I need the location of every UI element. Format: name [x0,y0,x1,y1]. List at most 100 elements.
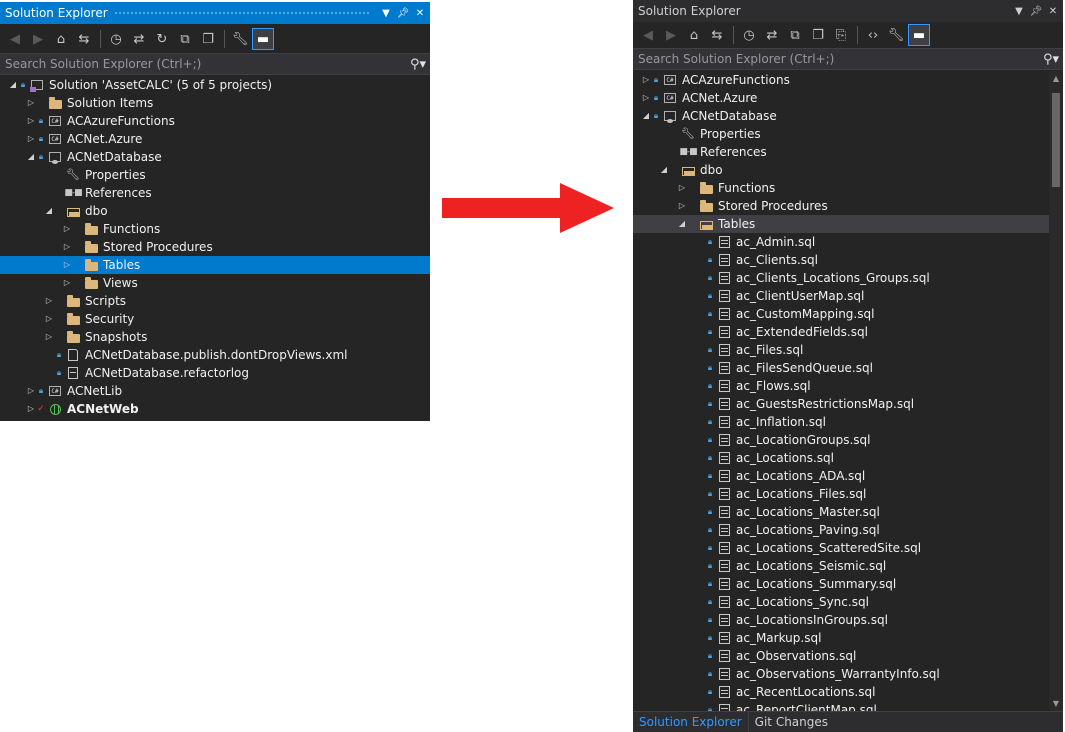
refresh-icon[interactable]: ↻ [151,28,173,50]
expanded-arrow-icon[interactable]: ◢ [8,76,18,94]
tab-solution-explorer[interactable]: Solution Explorer [633,712,749,732]
collapse-all-icon[interactable]: ⧉ [784,24,806,46]
tree-item[interactable]: ▷ Tables [0,256,430,274]
sync-icon[interactable]: ⇄ [128,28,150,50]
tree-item[interactable]: 🔒︎ ac_Locations_Files.sql [633,485,1049,503]
tree-item[interactable]: ▷ Snapshots [0,328,430,346]
home-icon[interactable]: ⌂ [683,24,705,46]
tree-item[interactable]: ▷ Stored Procedures [633,197,1049,215]
tree-item[interactable]: 🔧︎ Properties [0,166,430,184]
collapsed-arrow-icon[interactable]: ▷ [44,310,54,328]
expanded-arrow-icon[interactable]: ◢ [659,161,669,179]
collapsed-arrow-icon[interactable]: ▷ [26,382,36,400]
tree-item[interactable]: 🔒︎ ac_RecentLocations.sql [633,683,1049,701]
search-icon[interactable]: ⚲▾ [406,57,430,72]
title-bar[interactable]: Solution Explorer ▼ 📌︎ ✕ [633,0,1063,22]
preview-selected-icon[interactable]: ▬ [908,24,930,46]
tree-item[interactable]: 🔒︎ ac_Locations_Sync.sql [633,593,1049,611]
close-icon[interactable]: ✕ [413,5,427,21]
tree-item[interactable]: 🔒︎ ac_Observations.sql [633,647,1049,665]
tree-item[interactable]: 🔒︎ ac_Observations_WarrantyInfo.sql [633,665,1049,683]
tree-item[interactable]: 🔒︎ ac_Locations.sql [633,449,1049,467]
tree-item[interactable]: 🔒︎ ac_Markup.sql [633,629,1049,647]
tree-item[interactable]: 🔒︎ ac_Locations_Master.sql [633,503,1049,521]
vertical-scrollbar[interactable]: ▲ ▼ [1049,71,1063,712]
tree-item[interactable]: ◢ 🔒︎ Solution 'AssetCALC' (5 of 5 projects… [0,76,430,94]
tree-item[interactable]: 🔒︎ ACNetDatabase.publish.dontDropViews.xm… [0,346,430,364]
collapse-all-icon[interactable]: ⧉ [174,28,196,50]
properties-wrench-icon[interactable]: 🔧︎ [885,24,907,46]
switch-views-icon[interactable]: ⇆ [73,28,95,50]
tree-item[interactable]: 🔒︎ ac_ExtendedFields.sql [633,323,1049,341]
expanded-arrow-icon[interactable]: ◢ [641,107,651,125]
search-input[interactable]: Search Solution Explorer (Ctrl+;) [633,52,1039,66]
collapsed-arrow-icon[interactable]: ▷ [44,328,54,346]
scroll-up-icon[interactable]: ▲ [1049,71,1063,87]
tree-item[interactable]: 🔒︎ ac_Locations_Paving.sql [633,521,1049,539]
tree-item[interactable]: ▷ Functions [0,220,430,238]
scroll-thumb[interactable] [1052,93,1060,187]
collapsed-arrow-icon[interactable]: ▷ [26,130,36,148]
back-icon[interactable]: ◀ [637,24,659,46]
tree-item[interactable]: 🔒︎ ACNetDatabase.refactorlog [0,364,430,382]
scroll-down-icon[interactable]: ▼ [1049,696,1063,712]
tree-item[interactable]: ▷ Functions [633,179,1049,197]
forward-icon[interactable]: ▶ [27,28,49,50]
tree-item[interactable]: ▷ 🔒︎ C# ACNet.Azure [633,89,1049,107]
tree-item[interactable]: ◢ 🔒︎ ACNetDatabase [633,107,1049,125]
tree-item[interactable]: ▷ Stored Procedures [0,238,430,256]
collapsed-arrow-icon[interactable]: ▷ [62,238,72,256]
tree-item[interactable]: 🔒︎ ac_Clients_Locations_Groups.sql [633,269,1049,287]
tree-item[interactable]: 🔒︎ ac_Locations_ScatteredSite.sql [633,539,1049,557]
tree-item[interactable]: ▷ Security [0,310,430,328]
tree-item[interactable]: ■-■ References [0,184,430,202]
close-icon[interactable]: ✕ [1046,3,1060,19]
collapsed-arrow-icon[interactable]: ▷ [641,89,651,107]
dropdown-icon[interactable]: ▼ [379,5,393,21]
search-box[interactable]: Search Solution Explorer (Ctrl+;) ⚲▾ [633,48,1063,70]
show-all-files-icon[interactable]: ❐ [807,24,829,46]
drag-grip[interactable] [747,9,1004,14]
expanded-arrow-icon[interactable]: ◢ [26,148,36,166]
search-input[interactable]: Search Solution Explorer (Ctrl+;) [0,57,406,71]
tree-item[interactable]: ▷ Scripts [0,292,430,310]
tree-item[interactable]: 🔒︎ ac_Locations_Seismic.sql [633,557,1049,575]
show-all-files-icon[interactable]: ❐ [197,28,219,50]
tree-item[interactable]: 🔒︎ ac_Admin.sql [633,233,1049,251]
preview-selected-icon[interactable]: ▬ [252,28,274,50]
properties-wrench-icon[interactable]: 🔧︎ [229,28,251,50]
tree-item[interactable]: ▷ 🔒︎ C# ACNetLib [0,382,430,400]
collapsed-arrow-icon[interactable]: ▷ [641,71,651,89]
collapsed-arrow-icon[interactable]: ▷ [62,256,72,274]
tree-item[interactable]: ▷ Solution Items [0,94,430,112]
tree-item[interactable]: 🔒︎ ac_GuestsRestrictionsMap.sql [633,395,1049,413]
tree-item[interactable]: 🔒︎ ac_Inflation.sql [633,413,1049,431]
back-icon[interactable]: ◀ [4,28,26,50]
tree-item[interactable]: ▷ 🔒︎ C# ACNet.Azure [0,130,430,148]
dropdown-icon[interactable]: ▼ [1012,3,1026,19]
tree-item[interactable]: 🔒︎ ac_ClientUserMap.sql [633,287,1049,305]
collapsed-arrow-icon[interactable]: ▷ [677,179,687,197]
tree-item[interactable]: ■-■ References [633,143,1049,161]
collapsed-arrow-icon[interactable]: ▷ [62,220,72,238]
home-icon[interactable]: ⌂ [50,28,72,50]
tab-git-changes[interactable]: Git Changes [749,712,834,732]
collapsed-arrow-icon[interactable]: ▷ [677,197,687,215]
pin-icon[interactable]: 📌︎ [1029,3,1043,19]
collapsed-arrow-icon[interactable]: ▷ [44,292,54,310]
tree-item[interactable]: ▷ ✓ ACNetWeb [0,400,430,418]
tree-item[interactable]: 🔒︎ ac_LocationGroups.sql [633,431,1049,449]
forward-icon[interactable]: ▶ [660,24,682,46]
tree-item[interactable]: ▷ 🔒︎ C# ACAzureFunctions [633,71,1049,89]
collapsed-arrow-icon[interactable]: ▷ [62,274,72,292]
tree-item[interactable]: 🔒︎ ac_LocationsInGroups.sql [633,611,1049,629]
tree-item[interactable]: ▷ 🔒︎ C# ACAzureFunctions [0,112,430,130]
tree-item[interactable]: ▷ Views [0,274,430,292]
tree-item[interactable]: 🔒︎ ac_Files.sql [633,341,1049,359]
tree-item[interactable]: 🔒︎ ac_Clients.sql [633,251,1049,269]
collapsed-arrow-icon[interactable]: ▷ [26,400,36,418]
search-box[interactable]: Search Solution Explorer (Ctrl+;) ⚲▾ [0,53,430,75]
title-bar[interactable]: Solution Explorer ▼ 📌︎ ✕ [0,2,430,24]
sync-icon[interactable]: ⇄ [761,24,783,46]
tree-item[interactable]: 🔒︎ ac_FilesSendQueue.sql [633,359,1049,377]
